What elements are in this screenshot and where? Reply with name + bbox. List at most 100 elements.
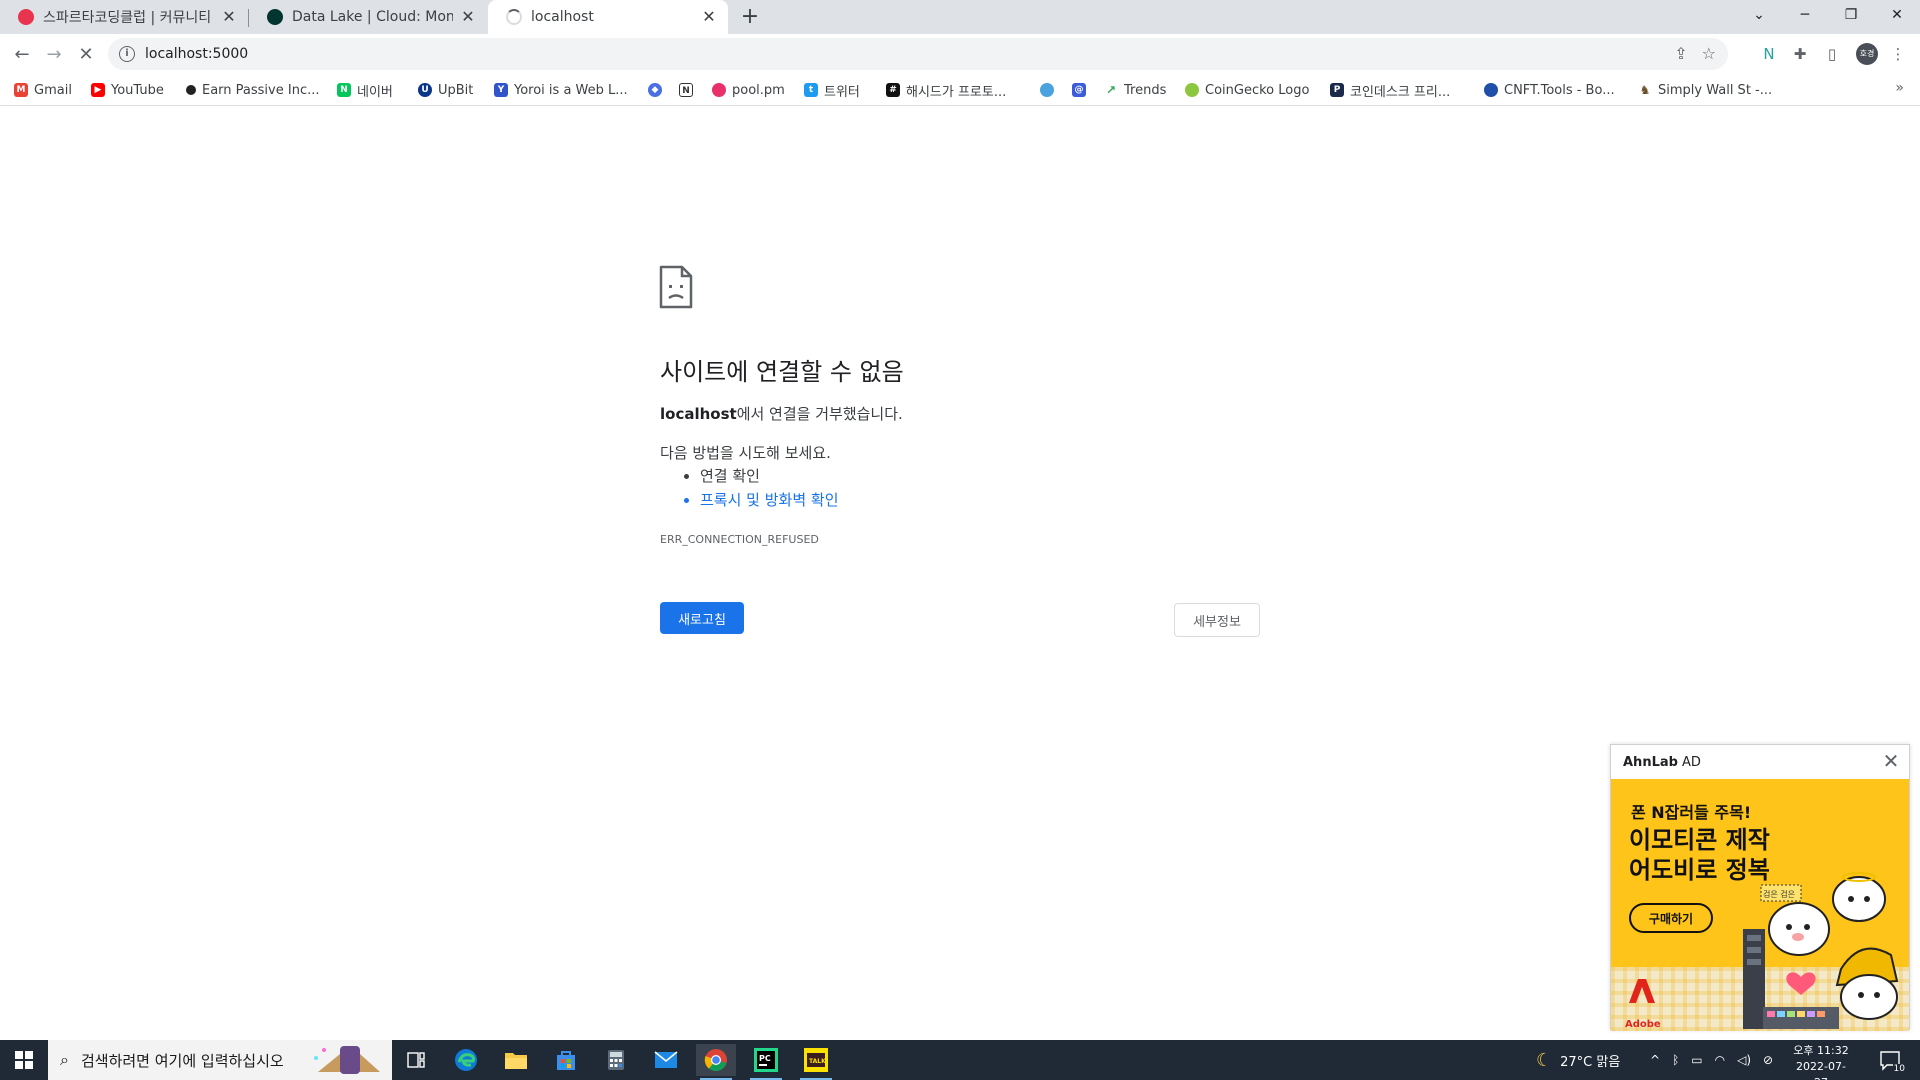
menu-kebab-icon[interactable]: ⋮ [1886, 42, 1910, 66]
tab-search-button[interactable]: ⌄ [1736, 0, 1782, 30]
bookmark-coindesk[interactable]: P 코인데스크 프리... [1330, 80, 1450, 100]
cnft-icon [1484, 83, 1498, 97]
taskbar-store[interactable] [546, 1044, 586, 1076]
bookmark-poolpm[interactable]: pool.pm [712, 80, 785, 100]
trends-icon: ↗ [1104, 83, 1118, 97]
notion-icon: N [679, 83, 693, 97]
taskbar-search-input[interactable]: ⌕ 검색하려면 여기에 입력하십시오 [48, 1040, 392, 1080]
bookmark-label: 트위터 [824, 84, 860, 100]
suggestions-heading: 다음 방법을 시도해 보세요. [660, 444, 831, 462]
taskbar-edge[interactable] [446, 1044, 486, 1076]
pycharm-icon: PC [754, 1048, 778, 1072]
windows-logo-icon [15, 1051, 33, 1069]
chevron-up-icon[interactable]: ^ [1650, 1053, 1660, 1067]
address-bar[interactable]: i localhost:5000 ⇪ ☆ [108, 38, 1728, 70]
taskbar-chrome[interactable] [696, 1044, 736, 1080]
start-button[interactable] [0, 1040, 48, 1080]
bookmark-simplywallst[interactable]: ♞ Simply Wall St -... [1638, 80, 1772, 100]
clock[interactable]: 오후 11:32 2022-07-27 [1790, 1043, 1852, 1080]
coindesk-icon: P [1330, 83, 1344, 97]
bookmark-upbit[interactable]: U UpBit [418, 80, 473, 100]
reload-button[interactable]: 새로고침 [660, 602, 744, 634]
bookmark-cnft[interactable]: CNFT.Tools - Bo... [1484, 80, 1615, 100]
bookmark-coingecko[interactable]: CoinGecko Logo [1185, 80, 1309, 100]
close-icon[interactable]: ✕ [459, 8, 477, 26]
tab-mongodb[interactable]: Data Lake | Cloud: MongoDB ✕ [249, 0, 487, 34]
bookmark-star-icon[interactable]: ☆ [1702, 44, 1716, 63]
bluetooth-icon[interactable]: ᛒ [1672, 1053, 1679, 1067]
bookmark-notion[interactable]: N [679, 80, 699, 100]
wifi-icon[interactable]: ◠ [1715, 1053, 1725, 1067]
bookmark-gmail[interactable]: M Gmail [14, 80, 72, 100]
close-icon[interactable]: ✕ [1881, 751, 1901, 771]
ad-subhead: 폰 N잡러들 주목! [1631, 803, 1752, 822]
bookmark-label: Trends [1124, 82, 1167, 98]
folder-icon [505, 1053, 527, 1069]
bookmark-label: CoinGecko Logo [1205, 82, 1310, 98]
notification-center-button[interactable]: 10 [1878, 1048, 1906, 1074]
globe-icon [1040, 83, 1054, 97]
youtube-icon: ▶ [91, 83, 105, 97]
extensions-puzzle-icon[interactable]: ✚ [1788, 42, 1812, 66]
heart-icon [18, 9, 34, 25]
address-text: localhost:5000 [145, 46, 249, 62]
extension-n-icon[interactable]: N [1757, 42, 1781, 66]
battery-icon[interactable]: ▭ [1691, 1053, 1702, 1067]
language-icon[interactable]: ⊘ [1763, 1053, 1773, 1067]
bookmark-globe[interactable] [1040, 80, 1060, 100]
moon-icon: ☾ [1536, 1049, 1553, 1071]
taskbar-file-explorer[interactable] [496, 1044, 536, 1076]
minimize-button[interactable]: ─ [1782, 0, 1828, 30]
bookmark-label: CNFT.Tools - Bo... [1504, 82, 1615, 98]
search-icon: ⌕ [60, 1050, 69, 1069]
suggestion-check-proxy-firewall-link[interactable]: 프록시 및 방화벽 확인 [700, 488, 839, 512]
weather-text: 27°C 맑음 [1560, 1054, 1621, 1070]
mail-icon [654, 1051, 678, 1068]
bookmark-naver[interactable]: N 네이버 [337, 80, 393, 100]
bookmark-label: UpBit [438, 82, 474, 98]
tab-strip: 스파르타코딩클럽 | 커뮤니티 ✕ Data Lake | Cloud: Mon… [0, 0, 1920, 34]
taskbar-calculator[interactable] [596, 1044, 636, 1076]
task-view-button[interactable] [396, 1044, 436, 1076]
taskbar-pycharm[interactable]: PC [746, 1044, 786, 1080]
bookmark-earn-passive[interactable]: Earn Passive Inc... [186, 80, 320, 100]
new-tab-button[interactable]: + [737, 5, 763, 29]
close-icon[interactable]: ✕ [220, 8, 238, 26]
weather-widget[interactable]: ☾ 27°C 맑음 [1536, 1040, 1620, 1080]
ad-buy-button[interactable]: 구매하기 [1629, 903, 1713, 933]
details-button[interactable]: 세부정보 [1174, 603, 1260, 637]
bookmark-youtube[interactable]: ▶ YouTube [91, 80, 164, 100]
restore-button[interactable]: ❐ [1828, 0, 1874, 30]
tab-spartacoding[interactable]: 스파르타코딩클럽 | 커뮤니티 ✕ [0, 0, 248, 34]
bookmark-trends[interactable]: ↗ Trends [1104, 80, 1166, 100]
taskbar-mail[interactable] [646, 1044, 686, 1076]
ad-banner[interactable]: 폰 N잡러들 주목! 이모티콘 제작 어도비로 정복 구매하기 Adobe 검은… [1611, 779, 1909, 1031]
close-window-button[interactable]: ✕ [1874, 0, 1920, 30]
ad-header: AhnLab AD [1611, 745, 1909, 779]
forward-button[interactable]: → [40, 40, 68, 68]
profile-avatar[interactable]: 호경 [1856, 43, 1878, 65]
info-icon[interactable]: i [119, 46, 135, 62]
bookmark-hashed[interactable]: # 해시드가 프로토... [886, 80, 1006, 100]
tab-localhost[interactable]: localhost ✕ [488, 0, 728, 34]
share-icon[interactable]: ⇪ [1674, 44, 1687, 63]
bookmark-twitter[interactable]: t 트위터 [804, 80, 860, 100]
bookmark-label: pool.pm [732, 82, 785, 98]
volume-icon[interactable]: ◁) [1737, 1053, 1751, 1067]
back-button[interactable]: ← [8, 40, 36, 68]
bookmarks-bar: M Gmail ▶ YouTube Earn Passive Inc... N … [0, 74, 1920, 106]
close-icon[interactable]: ✕ [700, 8, 718, 26]
bookmark-diamond[interactable]: ◆ [648, 80, 668, 100]
error-code: ERR_CONNECTION_REFUSED [660, 533, 819, 546]
store-icon [557, 1051, 575, 1070]
bookmark-label: YouTube [111, 82, 164, 98]
tab-title: 스파르타코딩클럽 | 커뮤니티 [43, 10, 212, 26]
bookmark-yoroi[interactable]: Y Yoroi is a Web L... [494, 80, 628, 100]
stop-loading-button[interactable]: ✕ [72, 40, 100, 68]
bookmark-label: Simply Wall St -... [1658, 82, 1773, 98]
bookmarks-overflow-icon[interactable]: » [1895, 80, 1904, 96]
side-panel-icon[interactable]: ▯ [1820, 42, 1844, 66]
bookmark-at[interactable]: @ [1072, 80, 1092, 100]
ad-sponsor: Adobe [1625, 1019, 1661, 1030]
taskbar-kakaotalk[interactable]: TALK [796, 1044, 836, 1080]
